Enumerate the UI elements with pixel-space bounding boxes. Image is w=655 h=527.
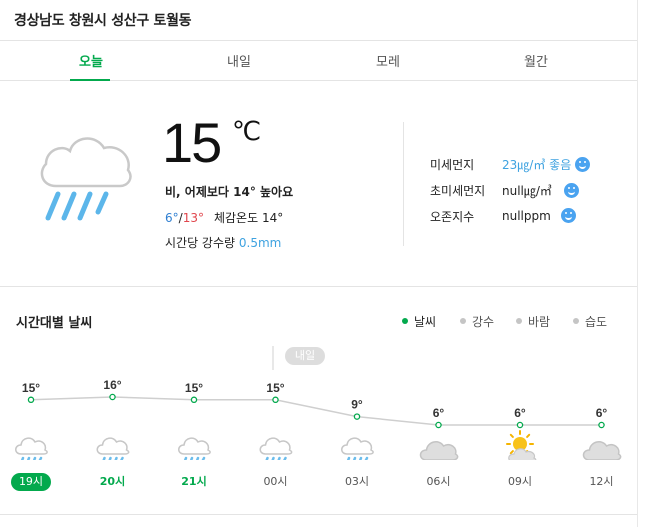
current-weather: 15 ℃ 비, 어제보다 14° 높아요 6°/13° 체감온도 14° 시간당 … bbox=[0, 82, 637, 287]
smiley-good-icon bbox=[575, 157, 591, 172]
temperature-label: 9° bbox=[351, 398, 363, 412]
air-label: 초미세먼지 bbox=[430, 184, 486, 198]
legend-precip[interactable]: 강수 bbox=[460, 313, 494, 330]
legend-label: 강수 bbox=[472, 315, 495, 329]
legend-humidity[interactable]: 습도 bbox=[573, 313, 607, 330]
hour-label: 03시 bbox=[344, 475, 370, 488]
legend-dot bbox=[573, 318, 579, 324]
air-value: null㎍/㎥ bbox=[502, 182, 579, 199]
fine-dust-value: 23㎍/㎥ bbox=[502, 158, 546, 172]
temperature-point bbox=[435, 421, 442, 429]
cloud-icon bbox=[419, 441, 459, 460]
weather-summary: 비, 어제보다 14° 높아요 bbox=[165, 185, 294, 199]
legend-weather[interactable]: 날씨 bbox=[402, 313, 436, 330]
rain-cloud-icon bbox=[259, 437, 293, 460]
air-label: 오존지수 bbox=[430, 210, 475, 224]
temperature-point bbox=[598, 421, 605, 429]
tab-today[interactable]: 오늘 bbox=[51, 51, 131, 70]
temperature-point bbox=[190, 396, 198, 404]
hour-label: 00시 bbox=[263, 475, 288, 488]
panel-border bbox=[637, 0, 638, 527]
temperature-point bbox=[27, 396, 35, 404]
feels-like: 체감온도 14° bbox=[213, 211, 284, 225]
legend-label: 날씨 bbox=[414, 315, 437, 329]
hour-label: 20시 bbox=[99, 475, 126, 488]
precipitation-value: 0.5mm bbox=[238, 236, 282, 250]
smiley-good-icon bbox=[560, 208, 576, 223]
tomorrow-marker: 내일 bbox=[285, 347, 325, 365]
legend-dot bbox=[402, 318, 408, 324]
temperature-point bbox=[272, 396, 279, 404]
rain-cloud-icon bbox=[341, 437, 374, 460]
temperature-label: 15° bbox=[185, 381, 203, 395]
tab-day-after[interactable]: 모레 bbox=[348, 51, 428, 70]
location-title: 경상남도 창원시 성산구 토월동 bbox=[14, 13, 192, 29]
current-temperature: 15 bbox=[162, 111, 222, 174]
ultrafine-dust-value: null㎍/㎥ bbox=[502, 184, 552, 198]
hour-label: 06시 bbox=[426, 475, 451, 488]
hour-label: 19시 bbox=[11, 473, 51, 491]
legend-label: 습도 bbox=[585, 315, 608, 329]
tab-monthly[interactable]: 월간 bbox=[496, 51, 576, 70]
hour-label: 12시 bbox=[589, 475, 614, 488]
temperature-label: 15° bbox=[22, 381, 40, 395]
temperature-label: 6° bbox=[514, 406, 526, 420]
fine-dust-status: 좋음 bbox=[549, 158, 572, 172]
air-row-fine-dust: 미세먼지 23㎍/㎥ 좋음 bbox=[430, 156, 591, 173]
min-max-temperature: 6°/13° 체감온도 14° bbox=[165, 209, 283, 226]
cloud-icon bbox=[582, 441, 622, 460]
precipitation: 시간당 강수량 0.5mm bbox=[165, 234, 281, 251]
temperature-point bbox=[516, 421, 524, 429]
hourly-title: 시간대별 날씨 bbox=[16, 316, 93, 331]
rain-cloud-icon bbox=[40, 137, 132, 221]
active-tab-indicator bbox=[70, 79, 110, 81]
temperature-label: 6° bbox=[433, 406, 445, 420]
hour-label: 21시 bbox=[181, 475, 207, 488]
legend-wind[interactable]: 바람 bbox=[516, 313, 550, 330]
legend-label: 바람 bbox=[528, 315, 551, 329]
rain-cloud-icon bbox=[96, 437, 130, 460]
hour-label: 09시 bbox=[507, 475, 533, 488]
day-tabs: 오늘 내일 모레 월간 bbox=[0, 41, 637, 81]
bottom-divider bbox=[0, 514, 637, 515]
temperature-unit: ℃ bbox=[232, 116, 262, 146]
ozone-value: nullppm bbox=[502, 209, 551, 223]
temperature-point bbox=[109, 393, 116, 401]
air-row-ozone: 오존지수 nullppm bbox=[430, 208, 576, 225]
air-value: 23㎍/㎥ 좋음 bbox=[502, 156, 591, 173]
max-temperature: 13° bbox=[182, 211, 204, 225]
legend-dot bbox=[460, 318, 466, 324]
temperature-point bbox=[353, 413, 361, 420]
vertical-divider bbox=[403, 122, 404, 246]
rain-cloud-icon bbox=[15, 437, 48, 460]
air-label: 미세먼지 bbox=[430, 158, 475, 172]
precipitation-label: 시간당 강수량 bbox=[165, 236, 236, 250]
temperature-label: 16° bbox=[103, 378, 121, 392]
temperature-label: 15° bbox=[266, 381, 284, 395]
min-temperature: 6° bbox=[165, 211, 179, 225]
smiley-good-icon bbox=[563, 183, 579, 198]
tab-tomorrow[interactable]: 내일 bbox=[199, 51, 279, 70]
air-value: nullppm bbox=[502, 208, 576, 223]
rain-cloud-icon bbox=[178, 437, 211, 460]
temperature-label: 6° bbox=[596, 406, 608, 420]
partly-sunny-icon bbox=[506, 430, 537, 460]
legend-dot bbox=[516, 318, 522, 324]
air-row-ultrafine-dust: 초미세먼지 null㎍/㎥ bbox=[430, 182, 579, 199]
